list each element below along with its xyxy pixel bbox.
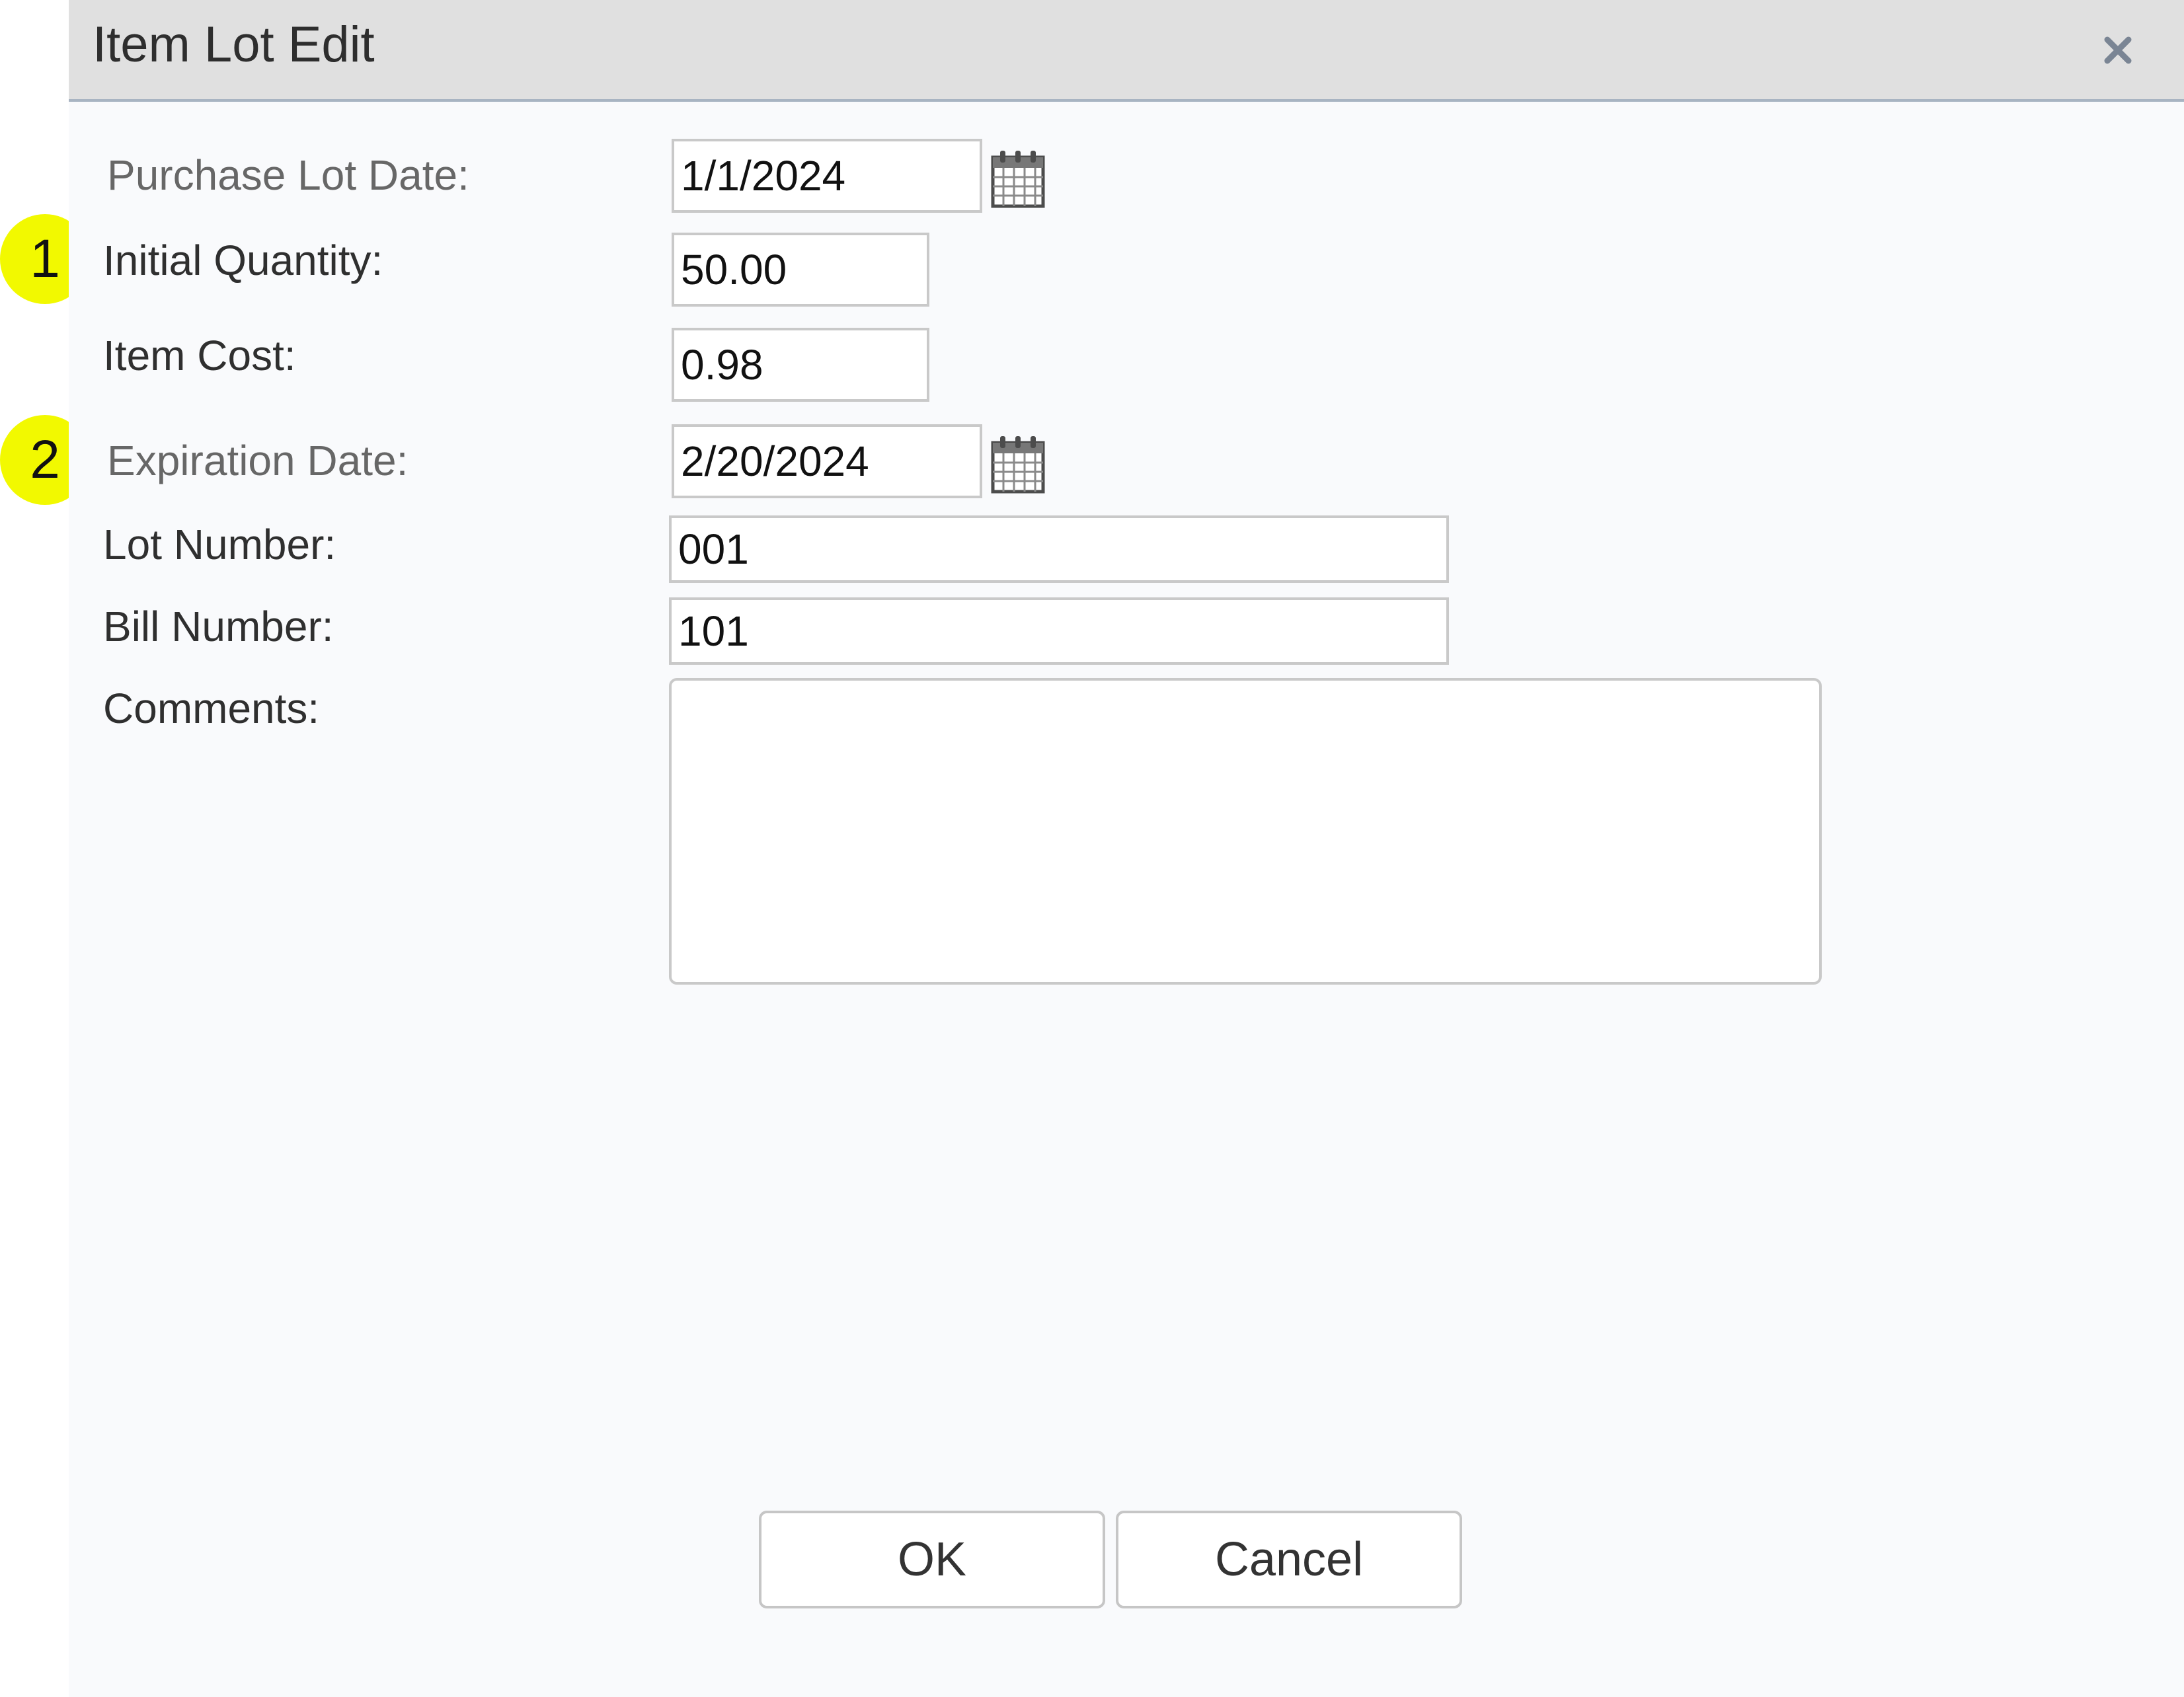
expiration-date-field[interactable]: [672, 424, 982, 498]
calendar-icon[interactable]: [990, 148, 1046, 209]
calendar-icon[interactable]: [990, 434, 1046, 494]
expiration-date-label: Expiration Date:: [107, 437, 409, 484]
item-lot-edit-dialog: Item Lot Edit Purchase Lot Date: Initial…: [69, 0, 2184, 1697]
ok-button[interactable]: OK: [759, 1511, 1105, 1608]
comments-label: Comments:: [103, 685, 320, 732]
cancel-button[interactable]: Cancel: [1116, 1511, 1462, 1608]
item-cost-field[interactable]: [672, 328, 929, 402]
purchase-lot-date-label: Purchase Lot Date:: [107, 151, 469, 199]
bill-number-field[interactable]: [669, 597, 1449, 665]
initial-quantity-label: Initial Quantity:: [103, 237, 383, 284]
dialog-titlebar: Item Lot Edit: [69, 0, 2184, 102]
purchase-lot-date-field[interactable]: [672, 139, 982, 213]
initial-quantity-field[interactable]: [672, 233, 929, 307]
lot-number-label: Lot Number:: [103, 521, 336, 568]
lot-number-field[interactable]: [669, 515, 1449, 583]
close-icon[interactable]: [2091, 24, 2144, 77]
comments-field[interactable]: [669, 678, 1822, 985]
dialog-title: Item Lot Edit: [93, 17, 375, 73]
item-cost-label: Item Cost:: [103, 332, 296, 379]
bill-number-label: Bill Number:: [103, 603, 334, 650]
